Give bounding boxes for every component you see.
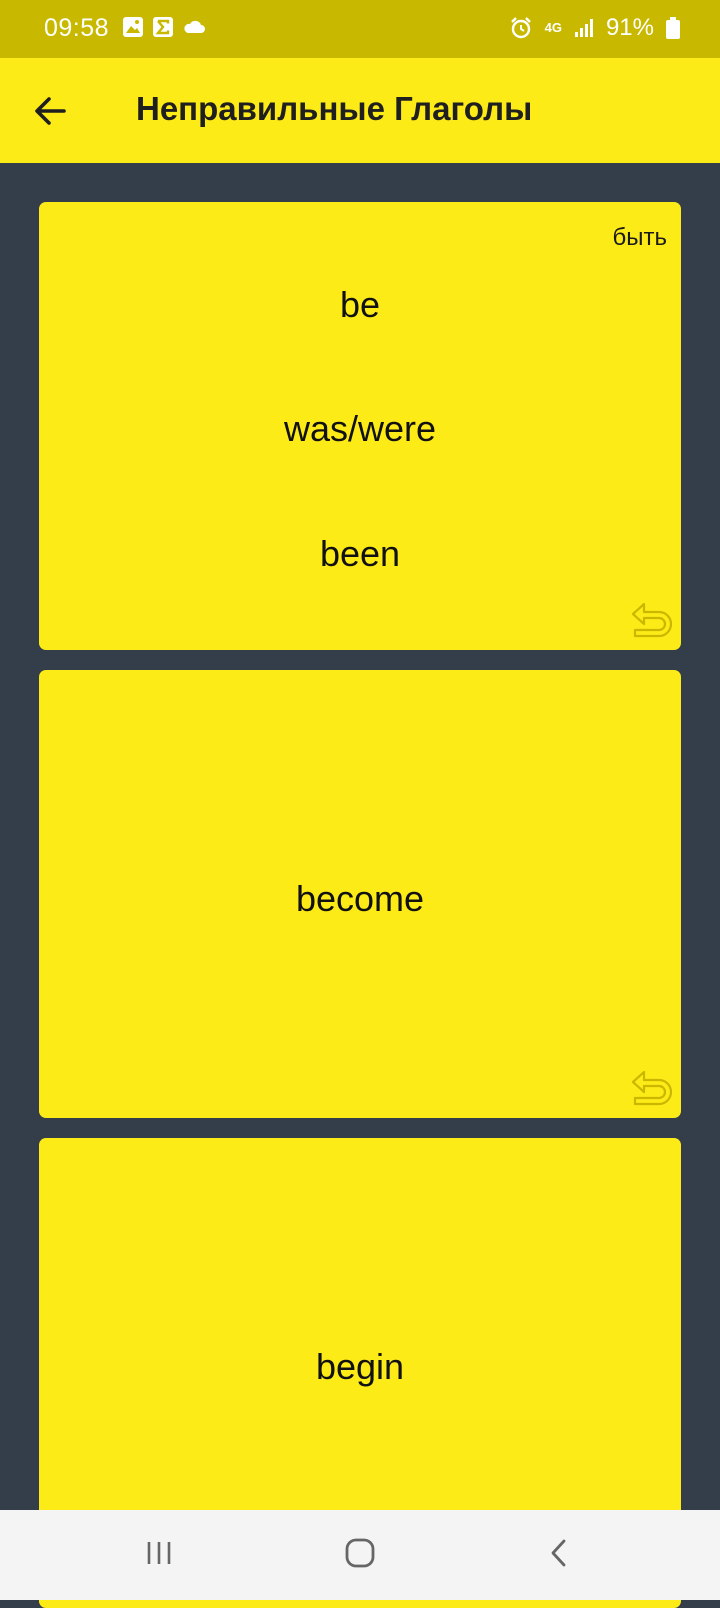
home-icon[interactable] xyxy=(344,1538,376,1568)
system-navigation-bar xyxy=(0,1510,720,1600)
signal-icon xyxy=(574,19,593,37)
back-nav-icon[interactable] xyxy=(546,1538,572,1568)
flip-icon[interactable] xyxy=(629,1068,675,1108)
network-type: 4G xyxy=(544,20,562,35)
status-right-group: 4G 91% xyxy=(509,14,680,42)
recent-apps-icon[interactable] xyxy=(144,1538,174,1568)
flip-back-icon[interactable] xyxy=(629,600,675,640)
app-bar: Неправильные Глаголы xyxy=(0,58,720,163)
verb-word: become xyxy=(295,878,425,919)
cloud-icon xyxy=(184,20,205,33)
sigma-app-icon xyxy=(153,17,173,37)
card-translation: быть xyxy=(612,224,668,251)
verb-card-become[interactable]: become xyxy=(39,670,681,1118)
status-time: 09:58 xyxy=(44,14,110,42)
alarm-icon xyxy=(510,17,531,39)
verb-form-infinitive: be xyxy=(339,284,381,325)
verb-form-past-participle: been xyxy=(319,533,401,574)
battery-icon xyxy=(666,17,680,39)
verb-word: begin xyxy=(315,1346,405,1387)
gallery-icon xyxy=(123,17,143,37)
verb-card-be[interactable]: быть be was/were been xyxy=(39,202,681,650)
page-title: Неправильные Глаголы xyxy=(136,90,533,127)
status-bar: 09:58 4G 91% xyxy=(0,0,720,58)
back-arrow-icon[interactable] xyxy=(28,88,74,134)
battery-percentage: 91% xyxy=(605,14,654,41)
verb-form-past-simple: was/were xyxy=(283,408,437,449)
